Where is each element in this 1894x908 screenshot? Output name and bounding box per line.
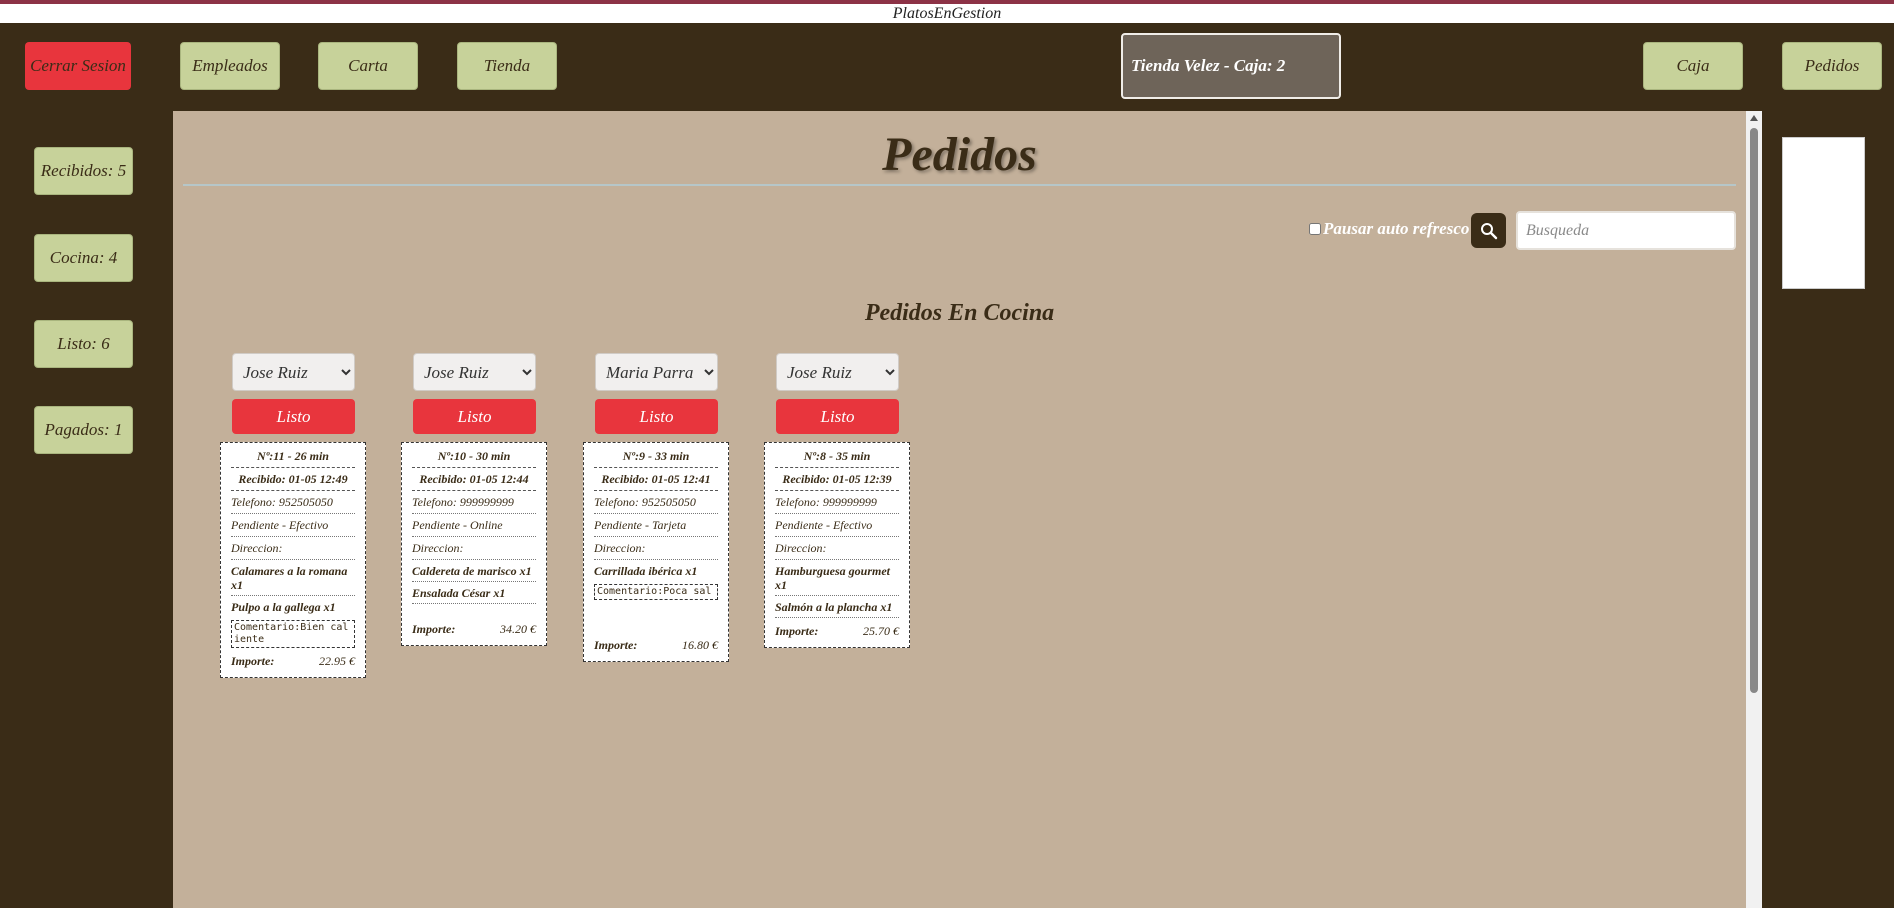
order-ticket: Nº:11 - 26 min Recibido: 01-05 12:49 Tel… [220, 442, 366, 678]
nav-orders-button[interactable]: Pedidos [1782, 42, 1882, 90]
order-item: Ensalada César x1 [412, 582, 536, 604]
scrollbar-thumb[interactable] [1750, 128, 1758, 693]
employee-select[interactable]: Jose Ruiz [413, 353, 536, 391]
order-status: Pendiente - Tarjeta [594, 514, 718, 537]
panel-scrollbar[interactable] [1746, 111, 1762, 908]
pause-refresh-toggle[interactable]: Pausar auto refresco [1309, 219, 1469, 239]
order-received-time: Recibido: 01-05 12:49 [231, 468, 355, 491]
order-total-row: Importe: 25.70 € [775, 618, 899, 639]
logout-button[interactable]: Cerrar Sesion [25, 42, 131, 90]
sidebar-item-paid[interactable]: Pagados: 1 [34, 406, 133, 454]
search-button[interactable] [1471, 213, 1506, 248]
order-phone: Telefono: 952505050 [594, 491, 718, 514]
order-received-time: Recibido: 01-05 12:41 [594, 468, 718, 491]
pause-refresh-checkbox[interactable] [1309, 223, 1321, 235]
order-received-time: Recibido: 01-05 12:44 [412, 468, 536, 491]
app-title: PlatosEnGestion [0, 4, 1894, 23]
order-address: Direccion: [412, 537, 536, 560]
order-total-value: 25.70 € [863, 624, 899, 638]
order-comment: Comentario:Bien caliente [231, 620, 355, 648]
order-phone: Telefono: 999999999 [775, 491, 899, 514]
orders-panel: Pedidos Pausar auto refresco Pedidos En … [173, 111, 1746, 908]
order-total-label: Importe: [412, 622, 456, 636]
nav-menu-button[interactable]: Carta [318, 42, 418, 90]
employee-select[interactable]: Jose Ruiz [776, 353, 899, 391]
sidebar-item-ready[interactable]: Listo: 6 [34, 320, 133, 368]
order-number: Nº:11 - 26 min [231, 449, 355, 468]
title-divider [183, 184, 1736, 186]
order-total-value: 22.95 € [319, 654, 355, 668]
order-total-value: 16.80 € [682, 638, 718, 652]
order-status: Pendiente - Efectivo [231, 514, 355, 537]
store-register-indicator: Tienda Velez - Caja: 2 [1121, 33, 1341, 99]
order-ticket: Nº:10 - 30 min Recibido: 01-05 12:44 Tel… [401, 442, 547, 646]
pause-refresh-label: Pausar auto refresco [1323, 219, 1470, 238]
ready-button[interactable]: Listo [595, 399, 718, 434]
sidebar-item-kitchen[interactable]: Cocina: 4 [34, 234, 133, 282]
order-status: Pendiente - Efectivo [775, 514, 899, 537]
scroll-up-arrow-icon[interactable] [1750, 115, 1758, 121]
employee-select[interactable]: Maria Parra [595, 353, 718, 391]
ready-button[interactable]: Listo [413, 399, 536, 434]
order-total-row: Importe: 34.20 € [412, 604, 536, 637]
order-total-label: Importe: [775, 624, 819, 638]
employee-select[interactable]: Jose Ruiz [232, 353, 355, 391]
side-preview-box [1782, 137, 1865, 289]
order-total-row: Importe: 16.80 € [594, 600, 718, 653]
order-total-value: 34.20 € [500, 622, 536, 636]
section-title: Pedidos En Cocina [864, 300, 1055, 326]
page-title: Pedidos [882, 128, 1037, 181]
order-received-time: Recibido: 01-05 12:39 [775, 468, 899, 491]
order-total-label: Importe: [231, 654, 275, 668]
nav-register-button[interactable]: Caja [1643, 42, 1743, 90]
order-number: Nº:8 - 35 min [775, 449, 899, 468]
order-total-row: Importe: 22.95 € [231, 648, 355, 669]
ready-button[interactable]: Listo [232, 399, 355, 434]
order-item: Calamares a la romana x1 [231, 560, 355, 596]
order-item: Caldereta de marisco x1 [412, 560, 536, 582]
order-address: Direccion: [594, 537, 718, 560]
order-item: Carrillada ibérica x1 [594, 564, 698, 578]
order-number: Nº:9 - 33 min [594, 449, 718, 468]
search-icon [1480, 222, 1497, 239]
order-status: Pendiente - Online [412, 514, 536, 537]
order-address: Direccion: [775, 537, 899, 560]
search-input[interactable] [1516, 211, 1736, 250]
order-comment: Comentario:Poca sal [594, 584, 718, 600]
nav-employees-button[interactable]: Empleados [180, 42, 280, 90]
order-total-label: Importe: [594, 638, 638, 652]
order-ticket: Nº:9 - 33 min Recibido: 01-05 12:41 Tele… [583, 442, 729, 662]
order-number: Nº:10 - 30 min [412, 449, 536, 468]
order-item: Hamburguesa gourmet x1 [775, 560, 899, 596]
nav-store-button[interactable]: Tienda [457, 42, 557, 90]
order-phone: Telefono: 952505050 [231, 491, 355, 514]
ready-button[interactable]: Listo [776, 399, 899, 434]
sidebar-item-received[interactable]: Recibidos: 5 [34, 147, 133, 195]
order-ticket: Nº:8 - 35 min Recibido: 01-05 12:39 Tele… [764, 442, 910, 648]
order-item: Salmón a la plancha x1 [775, 596, 899, 618]
order-phone: Telefono: 999999999 [412, 491, 536, 514]
order-address: Direccion: [231, 537, 355, 560]
order-item: Pulpo a la gallega x1 [231, 600, 336, 614]
